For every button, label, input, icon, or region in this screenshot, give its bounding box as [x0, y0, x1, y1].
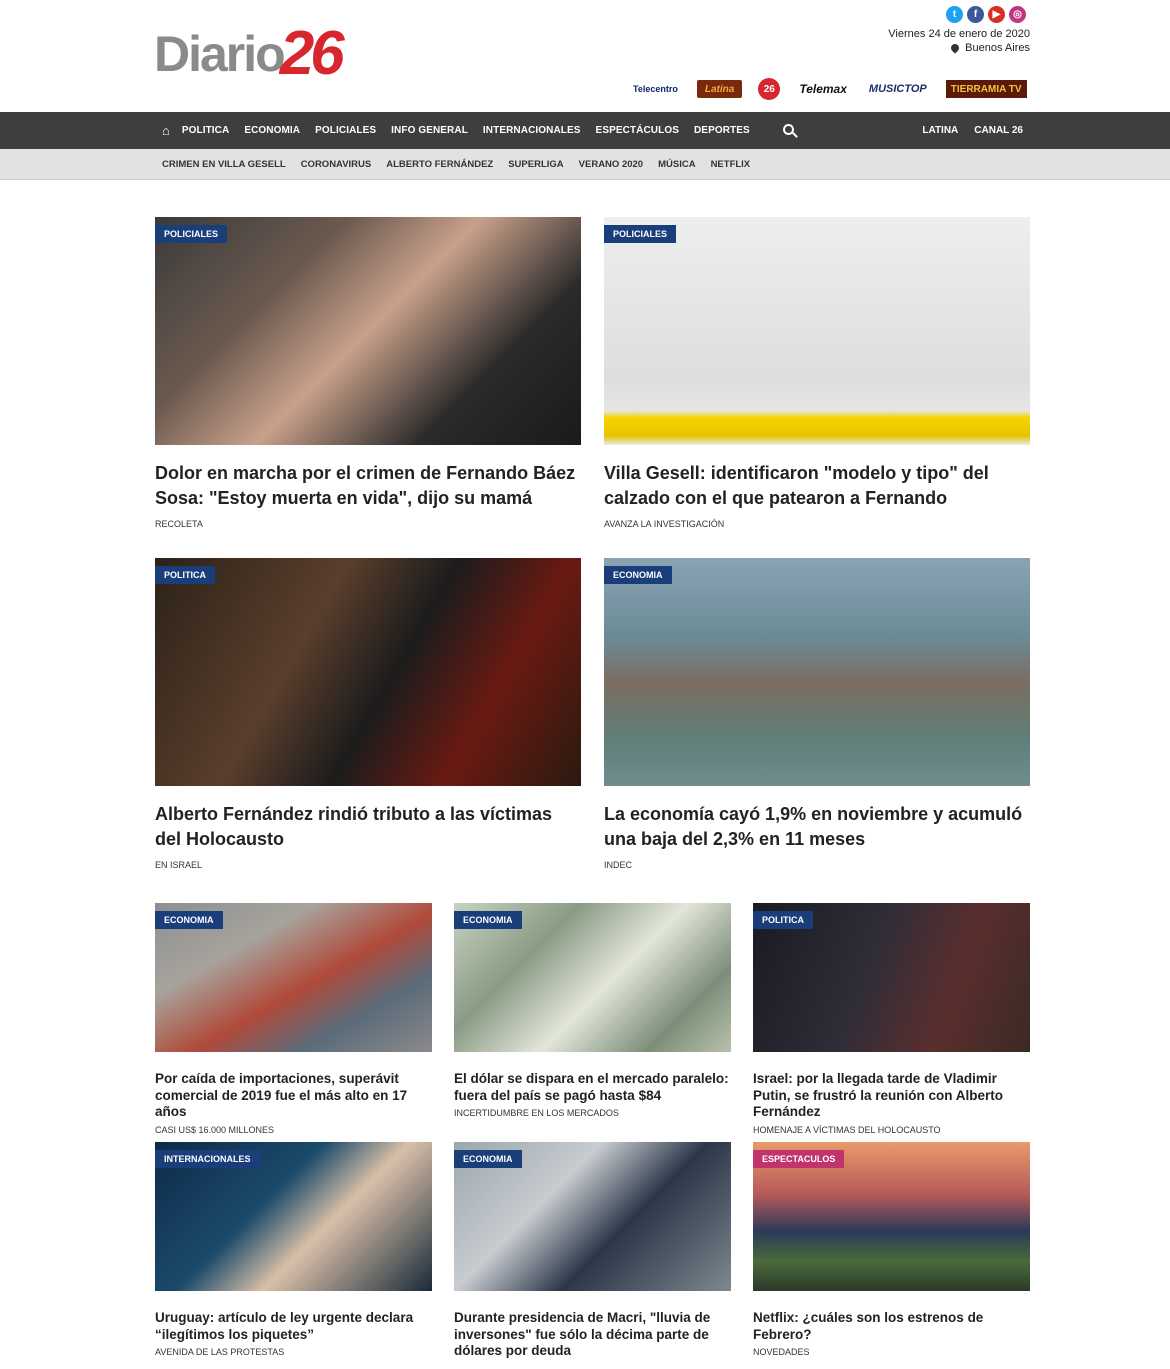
- article-title[interactable]: Dolor en marcha por el crimen de Fernand…: [155, 461, 581, 511]
- article-tag[interactable]: ESPECTACULOS: [753, 1150, 845, 1168]
- article-title[interactable]: Villa Gesell: identificaron "modelo y ti…: [604, 461, 1030, 511]
- current-date: Viernes 24 de enero de 2020: [888, 28, 1030, 40]
- channel-logos: Telecentro Latina 26 Telemax MUSICTOP TI…: [630, 78, 1027, 100]
- location-pin-icon: [949, 42, 961, 54]
- article-tag[interactable]: ECONOMIA: [604, 566, 672, 584]
- channel-musictop[interactable]: MUSICTOP: [866, 80, 930, 98]
- current-city: Buenos Aires: [949, 42, 1030, 54]
- instagram-icon[interactable]: ◎: [1009, 6, 1026, 23]
- channel-26[interactable]: 26: [758, 78, 781, 100]
- article-card[interactable]: POLITICA Alberto Fernández rindió tribut…: [155, 558, 581, 870]
- channel-latina[interactable]: Latina: [696, 80, 743, 98]
- channel-telemax[interactable]: Telemax: [796, 80, 850, 98]
- home-icon[interactable]: ⌂: [162, 123, 170, 138]
- nav-item-internacionales[interactable]: INTERNACIONALES: [483, 125, 581, 136]
- topics-nav: CRIMEN EN VILLA GESELL CORONAVIRUS ALBER…: [0, 149, 1170, 180]
- topic-musica[interactable]: MÚSICA: [658, 159, 695, 170]
- article-image[interactable]: ESPECTACULOS: [753, 1142, 1030, 1291]
- nav-item-economia[interactable]: ECONOMIA: [244, 125, 300, 136]
- article-title[interactable]: Alberto Fernández rindió tributo a las v…: [155, 802, 581, 852]
- article-card[interactable]: ECONOMIA El dólar se dispara en el merca…: [454, 903, 731, 1118]
- article-image[interactable]: POLITICA: [155, 558, 581, 786]
- article-tag[interactable]: INTERNACIONALES: [155, 1150, 260, 1168]
- article-image[interactable]: INTERNACIONALES: [155, 1142, 432, 1291]
- nav-item-canal-26[interactable]: CANAL 26: [974, 125, 1023, 136]
- topic-verano-2020[interactable]: VERANO 2020: [579, 159, 643, 170]
- logo-number: 26: [279, 19, 345, 88]
- article-tag[interactable]: ECONOMIA: [155, 911, 223, 929]
- article-tag[interactable]: POLITICA: [753, 911, 813, 929]
- article-kicker: CASI US$ 16.000 MILLONES: [155, 1124, 275, 1135]
- article-image[interactable]: ECONOMIA: [604, 558, 1030, 786]
- article-card[interactable]: ESPECTACULOS Netflix: ¿cuáles son los es…: [753, 1142, 1030, 1357]
- twitter-icon[interactable]: t: [946, 6, 963, 23]
- article-tag[interactable]: ECONOMIA: [454, 911, 522, 929]
- article-title[interactable]: Por caída de importaciones, superávit co…: [155, 1071, 432, 1121]
- nav-item-info-general[interactable]: INFO GENERAL: [391, 125, 468, 136]
- article-image[interactable]: ECONOMIA: [454, 903, 731, 1052]
- youtube-icon[interactable]: ▶: [988, 6, 1005, 23]
- article-title[interactable]: Israel: por la llegada tarde de Vladimir…: [753, 1071, 1030, 1121]
- article-title[interactable]: Uruguay: artículo de ley urgente declara…: [155, 1310, 432, 1343]
- social-links: t f ▶ ◎: [946, 6, 1026, 23]
- channel-telecentro[interactable]: Telecentro: [630, 80, 681, 98]
- article-image[interactable]: POLICIALES: [155, 217, 581, 445]
- article-image[interactable]: POLICIALES: [604, 217, 1030, 445]
- article-kicker: AVANZA LA INVESTIGACIÓN: [604, 519, 725, 529]
- article-card[interactable]: ECONOMIA Por caída de importaciones, sup…: [155, 903, 432, 1135]
- article-card[interactable]: POLICIALES Villa Gesell: identificaron "…: [604, 217, 1030, 529]
- article-tag[interactable]: POLITICA: [155, 566, 215, 584]
- article-title[interactable]: Netflix: ¿cuáles son los estrenos de Feb…: [753, 1310, 1030, 1343]
- article-kicker: AVENIDA DE LAS PROTESTAS: [155, 1347, 285, 1357]
- article-kicker: RECOLETA: [155, 519, 203, 529]
- main-nav: ⌂ POLITICA ECONOMIA POLICIALES INFO GENE…: [0, 112, 1170, 149]
- article-card[interactable]: ECONOMIA La economía cayó 1,9% en noviem…: [604, 558, 1030, 870]
- site-logo[interactable]: Diario 26: [154, 19, 345, 88]
- nav-item-latina[interactable]: LATINA: [922, 125, 958, 136]
- logo-text: Diario: [154, 26, 286, 82]
- article-kicker: INCERTIDUMBRE EN LOS MERCADOS: [454, 1108, 619, 1118]
- article-card[interactable]: POLICIALES Dolor en marcha por el crimen…: [155, 217, 581, 529]
- article-kicker: EN ISRAEL: [155, 860, 203, 870]
- article-card[interactable]: POLITICA Israel: por la llegada tarde de…: [753, 903, 1030, 1135]
- article-tag[interactable]: POLICIALES: [155, 225, 228, 243]
- topic-netflix[interactable]: NETFLIX: [711, 159, 751, 170]
- nav-item-policiales[interactable]: POLICIALES: [315, 125, 376, 136]
- topic-superliga[interactable]: SUPERLIGA: [508, 159, 563, 170]
- topic-crimen-villa-gesell[interactable]: CRIMEN EN VILLA GESELL: [162, 159, 286, 170]
- city-label: Buenos Aires: [965, 42, 1030, 54]
- article-card[interactable]: INTERNACIONALES Uruguay: artículo de ley…: [155, 1142, 432, 1357]
- facebook-icon[interactable]: f: [967, 6, 984, 23]
- search-icon[interactable]: [782, 123, 798, 138]
- article-kicker: NOVEDADES: [753, 1347, 810, 1357]
- article-image[interactable]: ECONOMIA: [454, 1142, 731, 1291]
- channel-tierramia[interactable]: TIERRAMIA TV: [945, 80, 1027, 98]
- article-title[interactable]: Durante presidencia de Macri, "lluvia de…: [454, 1310, 731, 1360]
- nav-item-politica[interactable]: POLITICA: [182, 125, 229, 136]
- article-tag[interactable]: ECONOMIA: [454, 1150, 522, 1168]
- article-title[interactable]: La economía cayó 1,9% en noviembre y acu…: [604, 802, 1030, 852]
- topic-coronavirus[interactable]: CORONAVIRUS: [301, 159, 372, 170]
- article-card[interactable]: ECONOMIA Durante presidencia de Macri, "…: [454, 1142, 731, 1360]
- site-header: Diario 26 t f ▶ ◎ Viernes 24 de enero de…: [0, 0, 1170, 112]
- article-tag[interactable]: POLICIALES: [604, 225, 677, 243]
- article-kicker: HOMENAJE A VÍCTIMAS DEL HOLOCAUSTO: [753, 1124, 941, 1135]
- article-image[interactable]: ECONOMIA: [155, 903, 432, 1052]
- topic-alberto-fernandez[interactable]: ALBERTO FERNÁNDEZ: [386, 159, 493, 170]
- nav-item-espectaculos[interactable]: ESPECTÁCULOS: [596, 125, 679, 136]
- nav-item-deportes[interactable]: DEPORTES: [694, 125, 750, 136]
- article-kicker: INDEC: [604, 860, 633, 870]
- article-image[interactable]: POLITICA: [753, 903, 1030, 1052]
- article-title[interactable]: El dólar se dispara en el mercado parale…: [454, 1071, 731, 1104]
